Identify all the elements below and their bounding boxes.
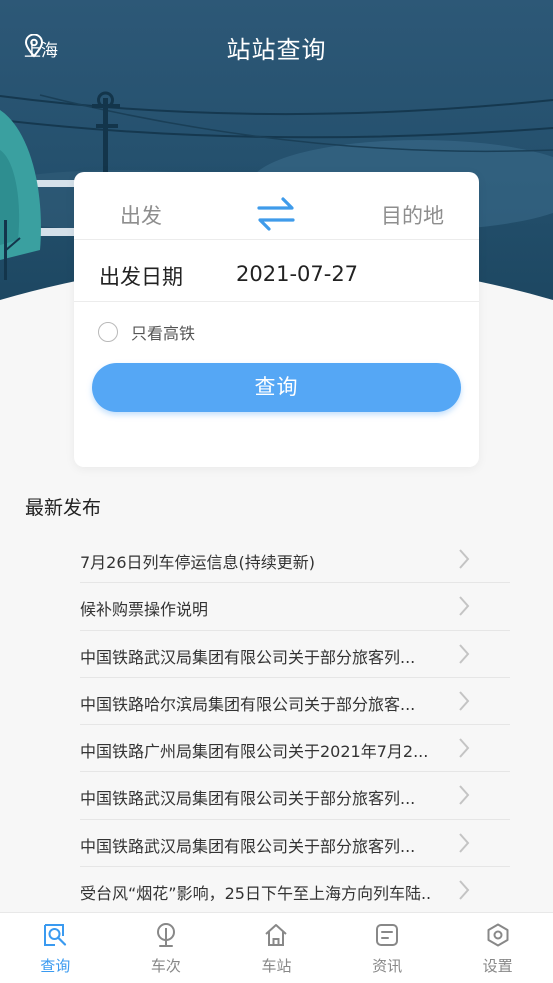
high-speed-only-toggle[interactable]: 只看高铁	[98, 320, 195, 344]
departure-date-label: 出发日期	[99, 265, 183, 289]
tab-train-label: 车次	[150, 957, 181, 975]
settings-icon	[487, 923, 509, 947]
news-item[interactable]: 中国铁路武汉局集团有限公司关于部分旅客列...	[80, 772, 510, 820]
news-item-title: 中国铁路哈尔滨局集团有限公司关于部分旅客...	[80, 694, 416, 714]
news-item[interactable]: 受台风“烟花”影响，25日下午至上海方向列车陆...	[80, 867, 510, 914]
tab-news-label: 资讯	[372, 957, 403, 975]
search-doc-icon	[44, 924, 67, 946]
tab-station-label: 车站	[261, 957, 292, 975]
news-item-title: 受台风“烟花”影响，25日下午至上海方向列车陆...	[80, 884, 430, 904]
chevron-right-icon	[459, 596, 470, 616]
page-title: 站站查询	[226, 36, 327, 64]
news-item-title: 中国铁路武汉局集团有限公司关于部分旅客列...	[80, 789, 416, 809]
chevron-right-icon	[459, 643, 470, 664]
news-item[interactable]: 中国铁路武汉局集团有限公司关于部分旅客列...	[80, 631, 510, 678]
tab-station[interactable]: 车站	[221, 913, 332, 983]
tab-settings-label: 设置	[482, 957, 513, 975]
departure-date-row[interactable]: 出发日期 2021-07-27	[74, 240, 479, 302]
chevron-right-icon	[459, 549, 470, 569]
home-icon	[265, 924, 288, 946]
chevron-right-icon	[459, 738, 470, 758]
news-item-title: 候补购票操作说明	[80, 600, 209, 620]
swap-stations-icon[interactable]	[256, 194, 296, 234]
departure-station-field[interactable]: 出发	[120, 200, 162, 230]
tab-settings[interactable]: 设置	[442, 913, 553, 983]
chevron-right-icon	[459, 785, 470, 806]
search-button[interactable]: 查询	[92, 363, 461, 412]
news-icon	[376, 924, 399, 946]
news-heading: 最新发布	[25, 497, 102, 519]
tab-train[interactable]: 车次	[111, 913, 222, 983]
tab-query[interactable]: 查询	[0, 913, 111, 983]
bottom-tab-bar: 查询 车次 车站 资讯 设置	[0, 912, 553, 983]
news-item[interactable]: 候补购票操作说明	[80, 583, 510, 631]
departure-date-value[interactable]: 2021-07-27	[236, 262, 358, 286]
chevron-right-icon	[459, 833, 470, 853]
news-item[interactable]: 7月26日列车停运信息(持续更新)	[80, 536, 510, 584]
news-item-title: 中国铁路广州局集团有限公司关于2021年7月2...	[80, 742, 429, 762]
news-item-title: 中国铁路武汉局集团有限公司关于部分旅客列...	[80, 647, 416, 667]
news-item[interactable]: 中国铁路广州局集团有限公司关于2021年7月2...	[80, 725, 510, 773]
news-item-title: 中国铁路武汉局集团有限公司关于部分旅客列...	[80, 836, 416, 856]
news-item-title: 7月26日列车停运信息(持续更新)	[80, 553, 316, 572]
high-speed-only-label: 只看高铁	[131, 324, 196, 343]
tab-news[interactable]: 资讯	[332, 913, 443, 983]
chevron-right-icon	[459, 880, 470, 900]
destination-station-field[interactable]: 目的地	[381, 200, 444, 230]
train-icon	[156, 923, 175, 947]
tab-query-label: 查询	[40, 957, 71, 975]
high-speed-only-radio[interactable]	[98, 322, 118, 342]
news-item[interactable]: 中国铁路武汉局集团有限公司关于部分旅客列...	[80, 820, 510, 868]
news-item[interactable]: 中国铁路哈尔滨局集团有限公司关于部分旅客...	[80, 678, 510, 726]
chevron-right-icon	[459, 691, 470, 711]
route-row: 出发 目的地	[74, 172, 479, 240]
search-card: 出发 目的地 出发日期 2021-07-27 只看高铁 查询	[74, 172, 479, 467]
news-list: 7月26日列车停运信息(持续更新) 候补购票操作说明 中国铁路武汉局集团有限公司…	[80, 536, 510, 914]
